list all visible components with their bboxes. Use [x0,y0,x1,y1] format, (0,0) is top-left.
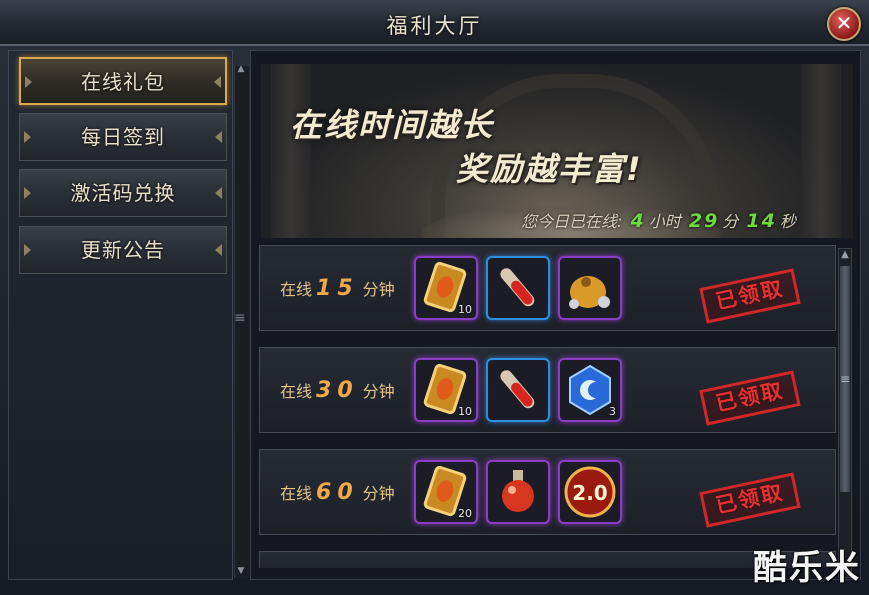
red-potion-tube-icon [500,370,535,409]
reward-condition: 在线 30 分钟 [280,378,395,403]
reward-item[interactable] [486,256,550,320]
red-potion-flask-icon [502,470,534,512]
item-quantity: 20 [458,507,472,520]
exp-multiplier-icon: 2.0 [564,466,616,518]
minutes-unit: 分 [722,212,739,231]
claimed-stamp: 已领取 [699,472,801,528]
online-time-display: 您今日已在线: 4 小时 29 分 14 秒 [521,208,796,232]
sidebar-item-activation-code[interactable]: 激活码兑换 [19,169,227,217]
red-potion-tube-icon [500,268,535,307]
window-title: 福利大厅 [386,14,483,38]
item-quantity: 10 [458,405,472,418]
condition-minutes: 30 [316,378,359,403]
multiplier-badge-text: 2.0 [572,481,607,505]
banner-pillar [801,64,841,238]
banner-slogan-line1: 在线时间越长 [290,106,495,144]
reward-item[interactable] [486,358,550,422]
reward-item[interactable]: 10 [414,358,478,422]
reward-row: 在线 30 分钟 10 3 已领取 [259,347,836,433]
close-icon: ✕ [835,11,853,35]
reward-condition: 在线 15 分钟 [280,276,395,301]
claimed-stamp: 已领取 [699,268,801,324]
coin-bag-icon [569,276,610,309]
seconds-unit: 秒 [779,212,796,231]
reward-item[interactable]: 3 [558,358,622,422]
sidebar: 在线礼包 每日签到 激活码兑换 更新公告 [8,50,233,580]
scroll-up-icon[interactable]: ▲ [838,248,852,262]
online-hours: 4 [630,210,646,232]
scroll-grip-icon: ≡ [840,372,851,386]
condition-prefix: 在线 [280,484,313,503]
reward-item[interactable] [486,460,550,524]
condition-prefix: 在线 [280,280,313,299]
reward-list: 在线 15 分钟 10 已领取 在线 30 分钟 10 3 已领取 在线 60 … [259,245,836,568]
sidebar-item-daily-checkin[interactable]: 每日签到 [19,113,227,161]
online-minutes: 29 [688,210,720,232]
condition-prefix: 在线 [280,382,313,401]
sidebar-scroll-down-icon[interactable]: ▼ [234,566,248,578]
online-time-prefix: 您今日已在线: [521,212,623,231]
condition-unit: 分钟 [362,280,395,299]
online-seconds: 14 [746,210,777,232]
reward-condition: 在线 60 分钟 [280,480,395,505]
reward-item[interactable]: 2.0 [558,460,622,524]
title-bar: 福利大厅 ✕ [0,0,869,46]
reward-item[interactable]: 20 [414,460,478,524]
condition-unit: 分钟 [362,484,395,503]
condition-unit: 分钟 [362,382,395,401]
hours-unit: 小时 [648,212,681,231]
item-quantity: 10 [458,303,472,316]
close-button[interactable]: ✕ [827,7,861,41]
reward-item[interactable]: 10 [414,256,478,320]
sidebar-item-online-gift[interactable]: 在线礼包 [19,57,227,105]
condition-minutes: 60 [316,480,359,505]
reward-item[interactable] [558,256,622,320]
banner-pillar [271,64,311,238]
sidebar-scroll-handle-icon[interactable]: ≡ [234,310,246,326]
item-quantity: 3 [609,405,616,418]
claimed-stamp: 已领取 [699,370,801,426]
condition-minutes: 15 [316,276,359,301]
reward-row [259,551,836,568]
reward-row: 在线 15 分钟 10 已领取 [259,245,836,331]
reward-row: 在线 60 分钟 20 2.0 已领取 [259,449,836,535]
watermark-logo: 酷乐米 [753,548,861,588]
sidebar-item-update-notice[interactable]: 更新公告 [19,226,227,274]
sidebar-scroll-up-icon[interactable]: ▲ [234,64,248,76]
banner-slogan-line2: 奖励越丰富! [456,150,643,188]
